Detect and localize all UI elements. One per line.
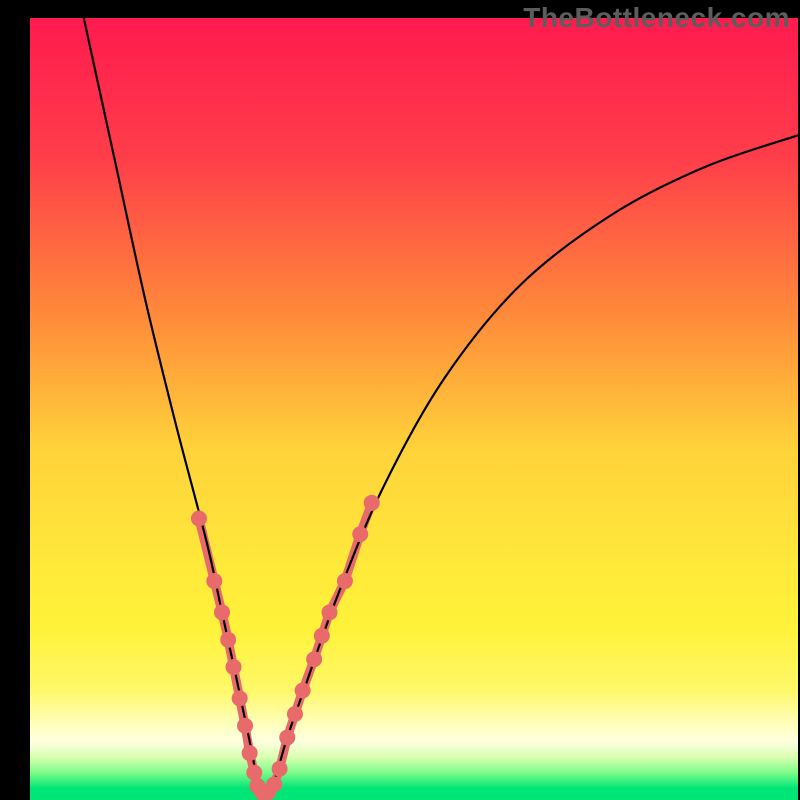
- marker-dot: [364, 495, 380, 511]
- marker-dot: [246, 765, 262, 781]
- watermark-text: TheBottleneck.com: [523, 2, 790, 34]
- marker-dot: [242, 745, 258, 761]
- gradient-background: [30, 18, 798, 800]
- marker-dot: [232, 690, 248, 706]
- plot-area: [30, 18, 798, 800]
- marker-dot: [287, 706, 303, 722]
- marker-dot: [272, 761, 288, 777]
- marker-dot: [295, 683, 311, 699]
- chart-svg: [30, 18, 798, 800]
- marker-dot: [314, 628, 330, 644]
- marker-dot: [352, 526, 368, 542]
- frame: TheBottleneck.com: [0, 0, 800, 800]
- marker-dot: [306, 651, 322, 667]
- marker-dot: [322, 604, 338, 620]
- marker-dot: [206, 573, 222, 589]
- marker-dot: [279, 729, 295, 745]
- marker-dot: [191, 510, 207, 526]
- marker-dot: [337, 573, 353, 589]
- marker-dot: [220, 632, 236, 648]
- marker-dot: [266, 776, 282, 792]
- marker-dot: [226, 659, 242, 675]
- marker-dot: [237, 718, 253, 734]
- marker-dot: [214, 604, 230, 620]
